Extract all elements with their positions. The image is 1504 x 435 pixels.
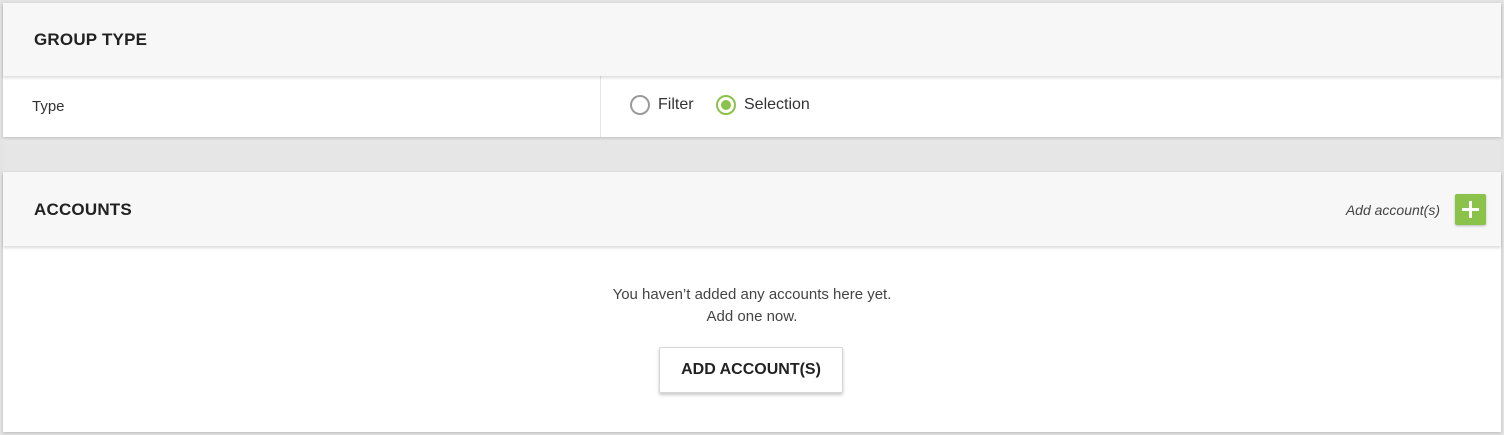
type-label: Type [32,98,65,115]
radio-selection-label[interactable]: Selection [744,96,810,114]
empty-message-cta: Add one now. [706,308,798,325]
radio-filter-circle[interactable] [630,95,650,115]
plus-icon[interactable] [1455,194,1486,225]
accounts-panel: ACCOUNTS Add account(s) You haven’t adde… [3,172,1501,432]
radio-selection-circle[interactable] [716,95,736,115]
add-accounts-link[interactable]: Add account(s) [1346,202,1440,218]
radio-filter-label[interactable]: Filter [658,96,694,114]
accounts-header: ACCOUNTS Add account(s) [3,172,1501,246]
divider [600,76,601,137]
accounts-title: ACCOUNTS [34,200,132,219]
radio-filter[interactable]: Filter [630,95,694,115]
group-type-panel: GROUP TYPE Type Filter Selection [3,3,1501,137]
group-type-header: GROUP TYPE [3,3,1501,76]
type-row: Type Filter Selection [3,76,1501,137]
radio-selection[interactable]: Selection [716,95,810,115]
empty-message: You haven’t added any accounts here yet. [612,286,892,303]
group-type-title: GROUP TYPE [34,30,148,49]
add-accounts-button[interactable]: ADD ACCOUNT(S) [659,347,843,393]
